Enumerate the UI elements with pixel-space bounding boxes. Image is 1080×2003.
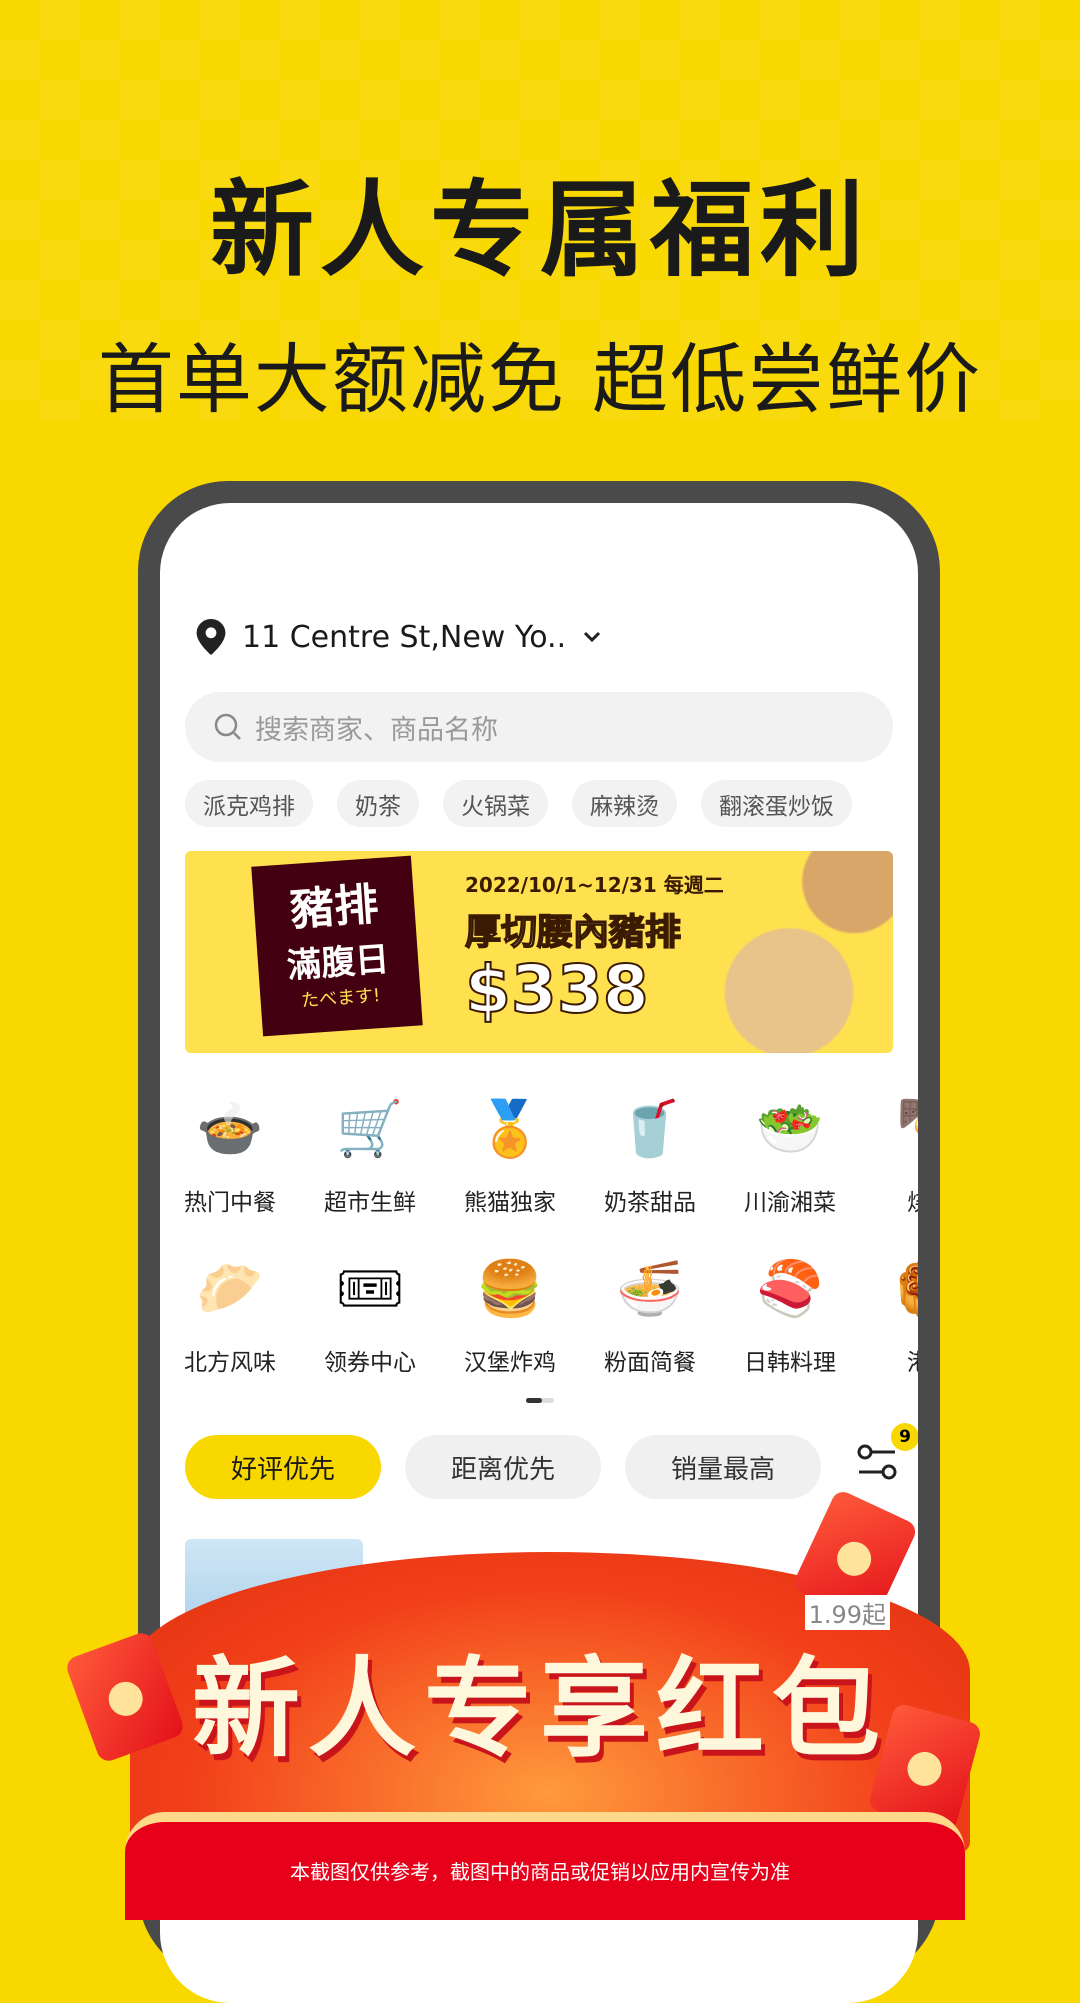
sort-sales-button[interactable]: 销量最高: [625, 1435, 821, 1499]
category-label: 奶茶甜品: [604, 1190, 696, 1216]
banner-product: 厚切腰內豬排: [464, 911, 682, 954]
chip[interactable]: 翻滚蛋炒饭: [701, 780, 852, 827]
search-placeholder: 搜索商家、商品名称: [255, 714, 498, 746]
category-label: 北方风味: [184, 1350, 276, 1376]
category-icon: 🍜: [616, 1257, 684, 1320]
category-icon: 🎟: [335, 1257, 405, 1320]
category-item[interactable]: 🥮 港台: [860, 1243, 918, 1403]
category-item[interactable]: 🥗 川渝湘菜: [720, 1083, 860, 1243]
category-icon: 🥟: [196, 1257, 264, 1320]
badge-line: 豬排: [288, 879, 380, 937]
headline: 新人专属福利: [209, 169, 870, 291]
location-text: 11 Centre St,New Yo..: [242, 619, 567, 655]
category-item[interactable]: 🛒 超市生鲜: [300, 1083, 440, 1243]
disclaimer: 本截图仅供参考，截图中的商品或促销以应用内宣传为准: [290, 1860, 790, 1884]
new-user-red-packet-overlay[interactable]: 新人专享红包 本截图仅供参考，截图中的商品或促销以应用内宣传为准: [0, 1488, 1080, 1920]
search-icon: [214, 713, 241, 740]
restaurant-price: 1.99起: [804, 1595, 890, 1630]
search-input[interactable]: 搜索商家、商品名称: [185, 692, 893, 762]
category-icon: 🥗: [756, 1097, 824, 1160]
hot-search-chips: 派克鸡排 奶茶 火锅菜 麻辣烫 翻滚蛋炒饭: [185, 780, 852, 827]
category-item[interactable]: 🥟 北方风味: [160, 1243, 300, 1403]
chevron-down-icon: [584, 631, 601, 643]
category-icon: 🏅: [476, 1097, 544, 1160]
promo-title: 新人专享红包: [191, 1647, 888, 1772]
banner-badge: 豬排 滿腹日 たべます!: [251, 855, 423, 1037]
chip[interactable]: 奶茶: [337, 780, 419, 827]
category-label: 港台: [860, 1343, 918, 1377]
category-label: 汉堡炸鸡: [464, 1350, 556, 1376]
category-grid: 🍲热门中餐 🛒超市生鲜 🏅熊猫独家 🥤奶茶甜品 🥗川渝湘菜 🍢烧烤 🥟北方风味 …: [160, 1083, 918, 1403]
category-label: 粉面简餐: [604, 1350, 696, 1376]
category-item[interactable]: 🥤 奶茶甜品: [580, 1083, 720, 1243]
sort-bar: 好评优先 距离优先 销量最高 9: [185, 1423, 918, 1499]
category-icon: 🍢: [890, 1089, 918, 1169]
category-icon: 🥮: [890, 1249, 918, 1329]
category-label: 热门中餐: [184, 1190, 276, 1216]
promo-banner[interactable]: 豬排 滿腹日 たべます! 2022/10/1~12/31 每週二 厚切腰內豬排 …: [185, 851, 893, 1053]
category-label: 熊猫独家: [464, 1190, 556, 1216]
category-item[interactable]: 🍜 粉面简餐: [580, 1243, 720, 1403]
category-label: 烧烤: [860, 1183, 918, 1217]
category-label: 超市生鲜: [324, 1190, 416, 1216]
category-item[interactable]: 🎟 领券中心: [300, 1243, 440, 1403]
category-icon: 🍔: [476, 1257, 544, 1320]
category-icon: 🍣: [756, 1257, 824, 1320]
category-label: 领券中心: [324, 1350, 416, 1376]
page-indicator: [526, 1398, 554, 1403]
category-icon: 🛒: [336, 1097, 404, 1160]
category-item[interactable]: 🍔 汉堡炸鸡: [440, 1243, 580, 1403]
category-item[interactable]: 🍣 日韩料理: [720, 1243, 860, 1403]
sort-rating-button[interactable]: 好评优先: [185, 1435, 381, 1499]
location-selector[interactable]: 11 Centre St,New Yo..: [196, 619, 602, 655]
filter-count-badge: 9: [891, 1423, 918, 1451]
category-item[interactable]: 🏅 熊猫独家: [440, 1083, 580, 1243]
category-item[interactable]: 🍲 热门中餐: [160, 1083, 300, 1243]
filter-button[interactable]: 9: [853, 1423, 918, 1497]
category-label: 川渝湘菜: [744, 1190, 836, 1216]
category-icon: 🍲: [196, 1097, 264, 1160]
sort-distance-button[interactable]: 距离优先: [405, 1435, 601, 1499]
banner-price: $338: [464, 950, 650, 1029]
category-icon: 🥤: [616, 1097, 684, 1160]
banner-date: 2022/10/1~12/31 每週二: [465, 873, 724, 897]
chip[interactable]: 麻辣烫: [572, 780, 677, 827]
category-label: 日韩料理: [744, 1350, 836, 1376]
location-pin-icon: [196, 619, 226, 655]
subheadline: 首单大额减免 超低尝鲜价: [97, 335, 983, 424]
category-item[interactable]: 🍢 烧烤: [860, 1083, 918, 1243]
chip[interactable]: 火锅菜: [443, 780, 548, 827]
chip[interactable]: 派克鸡排: [185, 780, 313, 827]
